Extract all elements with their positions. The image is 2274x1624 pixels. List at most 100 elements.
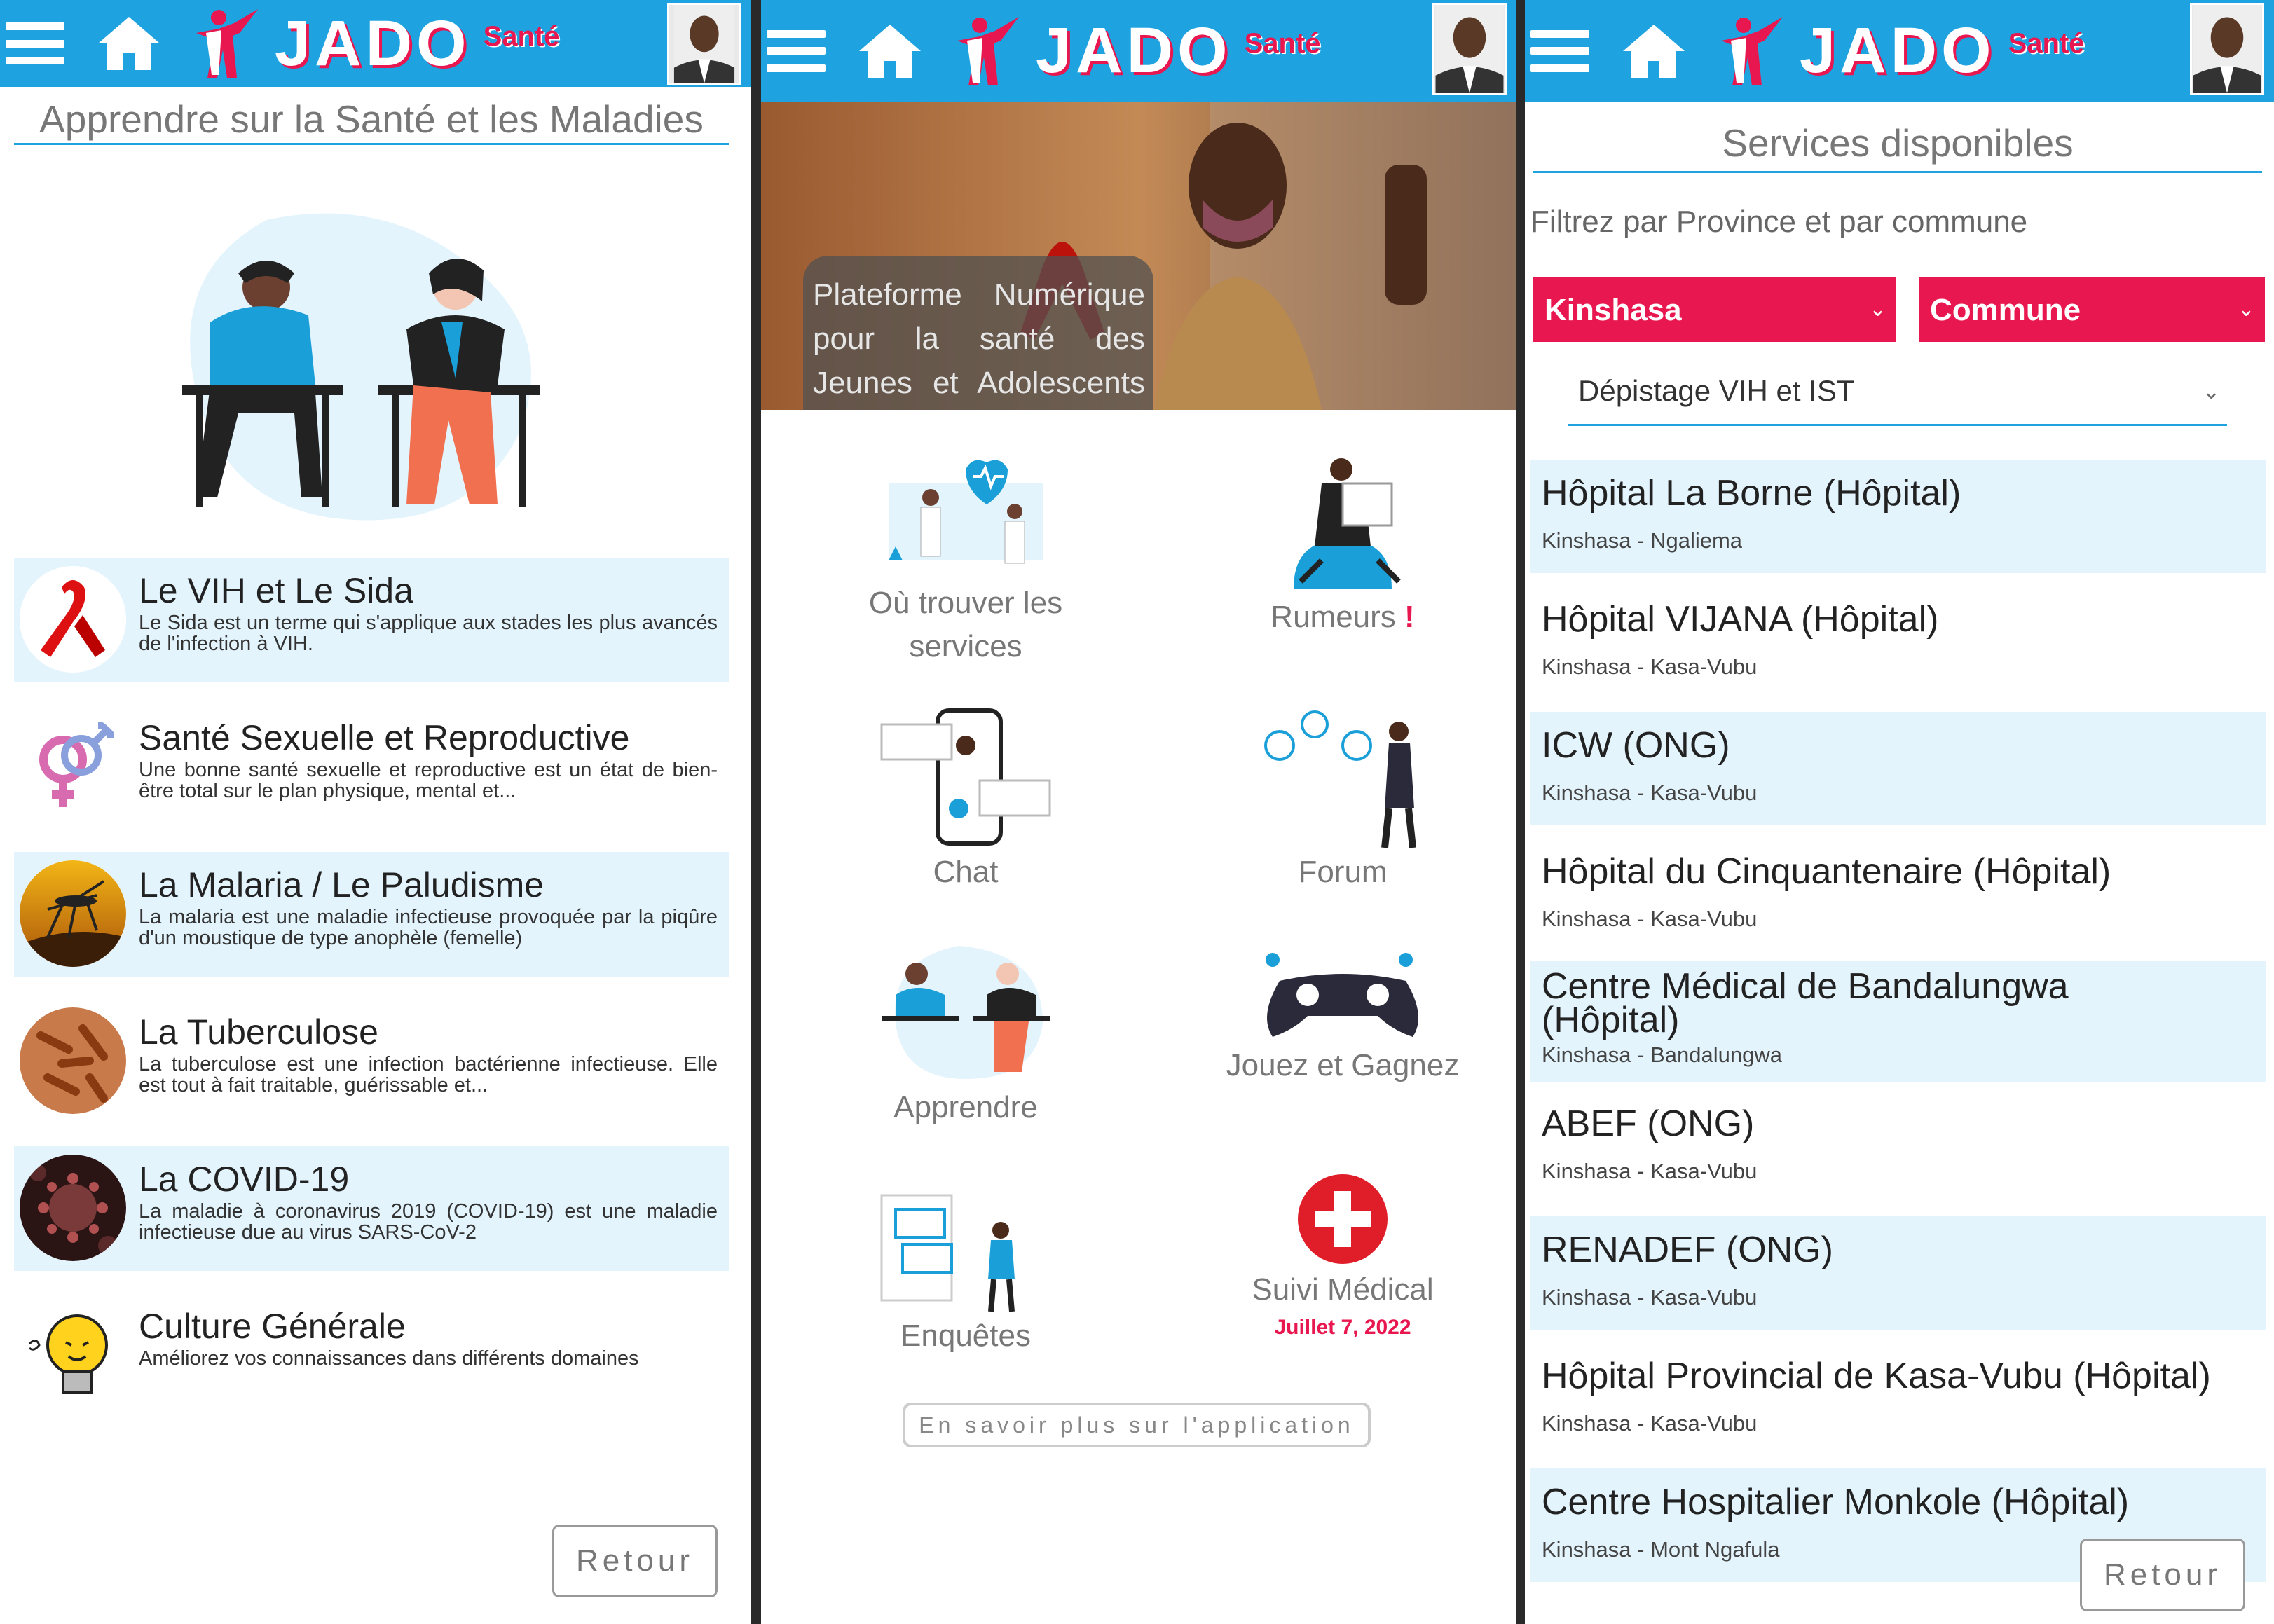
topic-desc: La malaria est une maladie infectieuse p…	[139, 906, 718, 949]
hero-banner: Plateforme Numérique pour la santé des J…	[761, 102, 1516, 410]
service-location: Kinshasa - Kasa-Vubu	[1542, 907, 1758, 931]
topic-title: Culture Générale	[139, 1307, 406, 1346]
service-name: Hôpital La Borne (Hôpital)	[1542, 473, 1961, 514]
topic-culture-generale[interactable]: Culture Générale Améliorez vos connaissa…	[14, 1293, 729, 1418]
home-icon[interactable]	[95, 14, 163, 73]
home-icon[interactable]	[856, 22, 924, 81]
home-icon[interactable]	[1620, 22, 1687, 81]
avatar[interactable]	[2190, 3, 2264, 95]
tile-jouez-gagnez[interactable]: Jouez et Gagnez	[1203, 939, 1483, 1087]
tile-rumeurs[interactable]: Rumeurs !	[1203, 441, 1483, 639]
avatar[interactable]	[667, 3, 741, 85]
service-item[interactable]: ICW (ONG) Kinshasa - Kasa-Vubu	[1530, 712, 2266, 825]
service-item[interactable]: Hôpital VIJANA (Hôpital) Kinshasa - Kasa…	[1530, 586, 2266, 699]
service-item[interactable]: Centre Médical de Bandalungwa (Hôpital) …	[1530, 961, 2266, 1082]
chat-phone-icon	[880, 708, 1051, 846]
service-name: Hôpital du Cinquantenaire (Hôpital)	[1542, 851, 2111, 892]
logo-word: JADO	[275, 7, 471, 79]
tile-enquetes[interactable]: Enquêtes	[826, 1188, 1106, 1358]
tile-label: Suivi Médical	[1252, 1272, 1434, 1307]
app-header: JADO Santé	[1525, 0, 2274, 102]
rumeurs-exclamation: !	[1404, 600, 1415, 634]
app-logo: JADO Santé	[1715, 13, 2085, 90]
service-name: RENADEF (ONG)	[1542, 1230, 1833, 1270]
red-ribbon-icon	[20, 566, 126, 673]
topic-vih-sida[interactable]: Le VIH et Le Sida Le Sida est un terme q…	[14, 558, 729, 682]
students-icon	[882, 946, 1050, 1079]
service-location: Kinshasa - Kasa-Vubu	[1542, 1159, 1758, 1183]
logo-word: JADO	[1036, 15, 1232, 86]
screenshot-collage: JADO Santé Apprendre sur la Santé et les…	[0, 0, 2274, 1624]
tile-chat[interactable]: Chat	[826, 703, 1106, 894]
mosquito-icon	[20, 860, 126, 967]
service-name: ABEF (ONG)	[1542, 1103, 1755, 1144]
page-title: Apprendre sur la Santé et les Maladies	[14, 99, 729, 145]
menu-icon[interactable]	[6, 18, 64, 69]
service-type-select[interactable]: Dépistage VIH et IST ⌄	[1568, 367, 2227, 426]
logo-figure-icon	[191, 5, 268, 82]
topic-title: La Malaria / Le Paludisme	[139, 865, 544, 904]
logo-word: JADO	[1800, 15, 1996, 86]
service-name: Centre Hospitalier Monkole (Hôpital)	[1542, 1482, 2130, 1522]
tile-label: Forum	[1298, 855, 1388, 889]
medical-cross-icon	[1298, 1174, 1388, 1264]
service-item[interactable]: RENADEF (ONG) Kinshasa - Kasa-Vubu	[1530, 1216, 2266, 1330]
province-value: Kinshasa	[1544, 293, 1682, 327]
menu-icon[interactable]	[767, 26, 826, 76]
topic-desc: Améliorez vos connaissances dans différe…	[139, 1347, 639, 1370]
logo-figure-icon	[1715, 13, 1793, 90]
gender-symbols-icon	[20, 713, 126, 820]
topic-title: Le VIH et Le Sida	[139, 571, 413, 610]
tile-label: Rumeurs	[1270, 600, 1396, 634]
service-name: Hôpital VIJANA (Hôpital)	[1542, 599, 1939, 640]
students-illustration	[182, 213, 540, 521]
topic-tuberculose[interactable]: La Tuberculose La tuberculose est une in…	[14, 999, 729, 1124]
about-app-button[interactable]: En savoir plus sur l'application	[903, 1403, 1371, 1447]
service-location: Kinshasa - Bandalungwa	[1542, 1042, 1782, 1067]
service-item[interactable]: Hôpital Provincial de Kasa-Vubu (Hôpital…	[1530, 1342, 2266, 1456]
virus-icon	[20, 1155, 126, 1261]
game-controller-icon	[1266, 953, 1418, 1037]
service-name: Hôpital Provincial de Kasa-Vubu (Hôpital…	[1542, 1356, 2211, 1396]
page-title: Services disponibles	[1533, 121, 2262, 173]
commune-value: Commune	[1930, 293, 2081, 327]
app-header: JADO Santé	[761, 0, 1516, 102]
chevron-down-icon: ⌄	[2237, 298, 2255, 321]
topic-malaria[interactable]: La Malaria / Le Paludisme La malaria est…	[14, 852, 729, 977]
bacteria-icon	[20, 1007, 126, 1114]
tile-suivi-medical[interactable]: Suivi Médical Juillet 7, 2022	[1203, 1170, 1483, 1340]
service-item[interactable]: Hôpital La Borne (Hôpital) Kinshasa - Ng…	[1530, 460, 2266, 573]
newspaper-reader-icon	[1294, 458, 1401, 589]
menu-icon[interactable]	[1530, 26, 1589, 76]
province-select[interactable]: Kinshasa ⌄	[1533, 277, 1896, 342]
topic-title: La COVID-19	[139, 1159, 350, 1199]
commune-select[interactable]: Commune ⌄	[1919, 277, 2265, 342]
service-item[interactable]: Hôpital du Cinquantenaire (Hôpital) Kins…	[1530, 838, 2266, 951]
topic-sante-sexuelle[interactable]: Santé Sexuelle et Reproductive Une bonne…	[14, 705, 729, 830]
tile-label: Enquêtes	[900, 1319, 1031, 1353]
tile-label: Jouez et Gagnez	[1226, 1048, 1460, 1082]
avatar[interactable]	[1432, 3, 1507, 95]
tile-forum[interactable]: Forum	[1203, 703, 1483, 894]
service-item[interactable]: ABEF (ONG) Kinshasa - Kasa-Vubu	[1530, 1090, 2266, 1204]
back-button[interactable]: Retour	[552, 1525, 718, 1597]
back-button[interactable]: Retour	[2080, 1539, 2245, 1611]
topic-desc: Le Sida est un terme qui s'applique aux …	[139, 612, 718, 655]
forum-icon	[1264, 710, 1416, 848]
filter-label: Filtrez par Province et par commune	[1530, 205, 2028, 239]
app-logo: JADO Santé	[191, 5, 560, 82]
logo-sub: Santé	[2008, 28, 2085, 59]
topic-title: Santé Sexuelle et Reproductive	[139, 718, 630, 757]
suivi-date: Juillet 7, 2022	[1274, 1316, 1411, 1339]
tile-ou-trouver-services[interactable]: Où trouver les services	[826, 441, 1106, 668]
service-location: Kinshasa - Kasa-Vubu	[1542, 780, 1758, 805]
survey-icon	[880, 1194, 1015, 1312]
topic-covid[interactable]: La COVID-19 La maladie à coronavirus 201…	[14, 1146, 729, 1271]
tile-apprendre[interactable]: Apprendre	[826, 939, 1106, 1129]
topic-title: La Tuberculose	[139, 1012, 378, 1052]
app-logo: JADO Santé	[952, 13, 1321, 90]
topic-desc: Une bonne santé sexuelle et reproductive…	[139, 759, 718, 802]
app-header: JADO Santé	[0, 0, 751, 87]
services-screen: JADO Santé Services disponibles Filtrez …	[1525, 0, 2274, 1624]
service-location: Kinshasa - Ngaliema	[1542, 528, 1743, 553]
